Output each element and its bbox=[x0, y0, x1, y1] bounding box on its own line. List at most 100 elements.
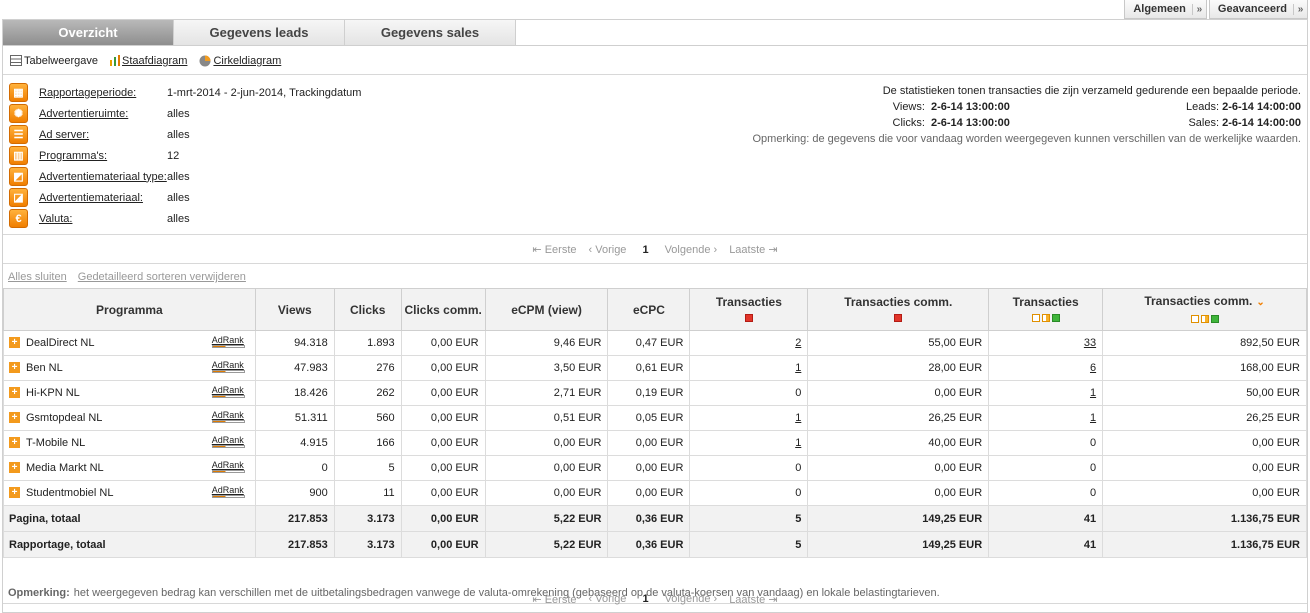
column-header[interactable]: Programma bbox=[3, 288, 256, 331]
cell-ecpc: 0,00 EUR bbox=[607, 430, 691, 456]
view-bar-chart-label[interactable]: Staafdiagram bbox=[122, 55, 187, 67]
expand-icon[interactable]: + bbox=[9, 462, 20, 474]
expand-icon[interactable]: + bbox=[9, 487, 20, 499]
stats-sales: Sales: 2-6-14 14:00:00 bbox=[1188, 117, 1301, 129]
program-name[interactable]: Ben NL bbox=[26, 362, 63, 374]
cell-value[interactable]: 1 bbox=[795, 362, 801, 374]
column-header[interactable]: Clicks comm. bbox=[400, 288, 486, 331]
pager-next[interactable]: Volgende › bbox=[665, 244, 718, 256]
cell-value[interactable]: 1 bbox=[1090, 387, 1096, 399]
column-header[interactable]: Transacties bbox=[988, 288, 1104, 331]
pager-prev[interactable]: ‹ Vorige bbox=[589, 593, 627, 605]
expand-icon[interactable]: + bbox=[9, 437, 20, 449]
cell-views: 900 bbox=[254, 480, 335, 506]
pager-next[interactable]: Volgende › bbox=[665, 593, 718, 605]
status-square-icon bbox=[744, 314, 753, 323]
program-name[interactable]: Studentmobiel NL bbox=[26, 487, 113, 499]
filter-value: alles bbox=[167, 170, 190, 183]
column-header-label: Views bbox=[277, 302, 312, 317]
cell-tx_lead_comm: 0,00 EUR bbox=[807, 455, 990, 481]
filter-label[interactable]: Valuta: bbox=[39, 213, 167, 225]
filter-label[interactable]: Programma's: bbox=[39, 150, 167, 162]
dropdown-arrow-icon[interactable]: » bbox=[1293, 3, 1307, 15]
filter-label[interactable]: Advertentiemateriaal: bbox=[39, 192, 167, 204]
cell-ecpm: 0,51 EUR bbox=[484, 405, 609, 431]
cell-value[interactable]: 1 bbox=[1090, 412, 1096, 424]
filter-value: 1-mrt-2014 - 2-jun-2014, Trackingdatum bbox=[167, 86, 362, 99]
filter-label[interactable]: Ad server: bbox=[39, 129, 167, 141]
expand-icon[interactable]: + bbox=[9, 337, 20, 349]
sales-value: 2-6-14 14:00:00 bbox=[1222, 117, 1301, 129]
tab-1[interactable]: Gegevens leads bbox=[174, 20, 345, 46]
adrank-label: AdRank bbox=[211, 384, 244, 395]
view-bar-chart[interactable]: Staafdiagram bbox=[110, 55, 187, 67]
expand-icon[interactable]: + bbox=[9, 387, 20, 399]
program-name[interactable]: Media Markt NL bbox=[26, 462, 104, 474]
stats-row-clicks-sales: Clicks: 2-6-14 13:00:00 Sales: 2-6-14 14… bbox=[741, 117, 1301, 133]
pager-last[interactable]: Laatste ⇥ bbox=[729, 593, 777, 606]
program-name[interactable]: T-Mobile NL bbox=[26, 437, 85, 449]
adrank-link[interactable]: AdRank bbox=[211, 384, 245, 398]
filter-label[interactable]: Advertentiemateriaal type: bbox=[39, 171, 167, 183]
adrank-link[interactable]: AdRank bbox=[211, 360, 245, 373]
filter-label[interactable]: Advertentieruimte: bbox=[39, 108, 167, 120]
adrank-link[interactable]: AdRank bbox=[211, 410, 245, 423]
filter-label[interactable]: Rapportageperiode: bbox=[39, 87, 167, 99]
status-square-icon bbox=[1041, 314, 1050, 323]
table-row: + T-Mobile NL AdRank 4.915 166 0,00 EUR 0,00 E… bbox=[3, 430, 1307, 456]
column-header[interactable]: Transacties comm. ⌄ bbox=[1102, 288, 1307, 331]
column-header[interactable]: eCPM (view) bbox=[484, 288, 609, 331]
report-info: ▦ Rapportageperiode: 1-mrt-2014 - 2-jun-20… bbox=[3, 75, 1307, 235]
tab-2[interactable]: Gegevens sales bbox=[345, 20, 516, 46]
dropdown-arrow-icon[interactable]: » bbox=[1191, 3, 1206, 15]
adrank-link[interactable]: AdRank bbox=[211, 435, 245, 448]
program-name[interactable]: Hi-KPN NL bbox=[26, 387, 80, 399]
remove-sort-link[interactable]: Gedetailleerd sorteren verwijderen bbox=[78, 271, 246, 283]
column-header-label: Transacties bbox=[715, 294, 782, 309]
expand-icon[interactable]: + bbox=[9, 362, 20, 374]
pager-last[interactable]: Laatste ⇥ bbox=[729, 243, 777, 256]
adrank-link[interactable]: AdRank bbox=[211, 460, 245, 473]
cell-value: 51.311 bbox=[294, 412, 328, 424]
close-all-link[interactable]: Alles sluiten bbox=[8, 271, 67, 283]
main-frame: Overzicht Gegevens leads Gegevens sales Ta… bbox=[2, 19, 1308, 613]
view-pie-chart[interactable]: Cirkeldiagram bbox=[199, 55, 281, 67]
column-header[interactable]: Views bbox=[254, 288, 335, 331]
tab-0[interactable]: Overzicht bbox=[3, 20, 174, 46]
sort-desc-icon[interactable]: ⌄ bbox=[1256, 297, 1264, 308]
cell-value[interactable]: 1 bbox=[795, 412, 801, 424]
cell-value[interactable]: 1 bbox=[795, 437, 801, 449]
pager-first[interactable]: ⇤ Eerste bbox=[532, 593, 576, 606]
cell-value[interactable]: 33 bbox=[1084, 337, 1096, 349]
table-row: + Ben NL AdRank 47.983 276 0,00 EUR 3,50 EUR 0,… bbox=[3, 355, 1307, 381]
top-button-0[interactable]: Algemeen » bbox=[1124, 0, 1207, 19]
column-header[interactable]: Transacties comm. bbox=[807, 288, 990, 331]
adrank-bar bbox=[211, 344, 245, 348]
column-header[interactable]: eCPC bbox=[607, 288, 691, 331]
pager-first[interactable]: ⇤ Eerste bbox=[532, 243, 576, 256]
cell-ecpm: 0,00 EUR bbox=[484, 480, 609, 506]
expand-icon[interactable]: + bbox=[9, 412, 20, 424]
cell-value: 0,00 EUR bbox=[430, 437, 479, 449]
view-pie-chart-label[interactable]: Cirkeldiagram bbox=[213, 55, 281, 67]
column-header[interactable]: Transacties bbox=[689, 288, 809, 331]
pager-first-label: Eerste bbox=[544, 244, 577, 256]
total-tx_lead: 5 bbox=[689, 531, 809, 558]
cell-tx_lead: 0 bbox=[689, 455, 809, 481]
adrank-link[interactable]: AdRank bbox=[211, 485, 245, 498]
view-table[interactable]: Tabelweergave bbox=[10, 55, 98, 67]
column-header[interactable]: Clicks bbox=[333, 288, 402, 331]
top-button-1[interactable]: Geavanceerd » bbox=[1208, 0, 1308, 19]
program-cell: + Gsmtopdeal NL AdRank bbox=[3, 405, 256, 431]
cell-value[interactable]: 2 bbox=[795, 337, 801, 349]
status-square-icon bbox=[894, 314, 903, 323]
stats-row-views-leads: Views: 2-6-14 13:00:00 Leads: 2-6-14 14:… bbox=[741, 101, 1301, 117]
filter-row: ◩ Advertentiemateriaal type: alles bbox=[9, 166, 361, 187]
cell-value: 560 bbox=[376, 412, 395, 424]
cell-value[interactable]: 6 bbox=[1090, 362, 1096, 374]
adrank-link[interactable]: AdRank bbox=[211, 335, 245, 348]
pager-prev[interactable]: ‹ Vorige bbox=[589, 244, 627, 256]
status-marks bbox=[808, 311, 988, 325]
program-name[interactable]: Gsmtopdeal NL bbox=[26, 412, 102, 424]
program-name[interactable]: DealDirect NL bbox=[26, 337, 94, 349]
